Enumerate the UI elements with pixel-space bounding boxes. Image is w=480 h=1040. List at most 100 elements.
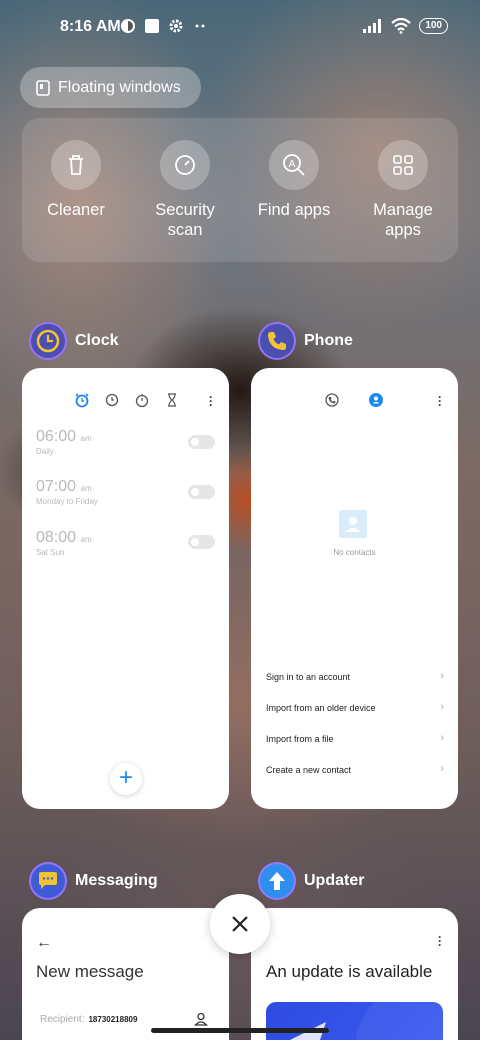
cleaner-button[interactable]: Cleaner <box>22 140 130 220</box>
status-time: 8:16 AM <box>60 18 121 35</box>
messaging-app-header[interactable]: Messaging <box>29 862 158 900</box>
option-label: Sign in to an account <box>266 672 351 682</box>
chevron-right-icon: › <box>440 701 444 713</box>
no-contacts-text: No contacts <box>333 548 376 557</box>
back-arrow-icon[interactable]: ← <box>36 934 52 952</box>
add-contact-icon[interactable] <box>194 1012 208 1026</box>
find-apps-icon: A <box>283 154 305 176</box>
recents-tab-icon[interactable] <box>324 392 340 408</box>
option-label: Import from an older device <box>266 703 376 713</box>
world-clock-tab-icon[interactable] <box>104 392 120 408</box>
timer-tab-icon[interactable] <box>164 392 180 408</box>
clock-app-icon <box>29 322 67 360</box>
phone-app-header[interactable]: Phone <box>258 322 353 360</box>
status-bar: 8:16 AM 100 <box>0 0 480 56</box>
alarm-time: 06:00 <box>36 428 77 445</box>
svg-text:A: A <box>289 159 296 170</box>
manage-apps-icon-circle <box>378 140 428 190</box>
phone-app-icon <box>258 322 296 360</box>
clock-tabs <box>74 392 180 408</box>
find-apps-button[interactable]: A Find apps <box>240 140 348 220</box>
messaging-app-name: Messaging <box>75 872 158 889</box>
alarm-ampm: am <box>80 434 92 443</box>
floating-windows-label: Floating windows <box>58 78 181 96</box>
alarm-days: Monday to Friday <box>36 497 98 506</box>
clock-app-preview-card[interactable]: · · · 06:00 am Daily 07:00 am Monday to Fr… <box>22 368 229 809</box>
messaging-app-preview-card[interactable]: ← New message Recipient: 18730218809 <box>22 908 229 1040</box>
phone-app-name: Phone <box>304 332 353 349</box>
security-scan-label: Security scan <box>155 201 215 239</box>
updater-app-icon <box>258 862 296 900</box>
recipient-value: 18730218809 <box>88 1015 138 1024</box>
no-contacts-icon <box>339 510 367 538</box>
floating-window-icon <box>36 79 50 96</box>
alarm-toggle[interactable] <box>188 485 215 499</box>
home-gesture-bar[interactable] <box>151 1028 329 1033</box>
stopwatch-tab-icon[interactable] <box>134 392 150 408</box>
message-bubble-icon <box>39 872 57 889</box>
manage-apps-button[interactable]: Manage apps <box>349 140 457 240</box>
phone-tabs <box>324 392 384 408</box>
signal-icon <box>363 19 382 33</box>
sign-in-option[interactable]: Sign in to an account › <box>266 670 444 682</box>
close-icon <box>232 916 248 932</box>
find-apps-icon-circle: A <box>269 140 319 190</box>
grid-icon <box>393 155 413 175</box>
alarm-days: Sat Sun <box>36 548 65 557</box>
create-contact-option[interactable]: Create a new contact › <box>266 763 444 775</box>
recipient-label: Recipient: <box>40 1014 85 1025</box>
alarm-item[interactable]: 07:00 am Monday to Friday <box>36 478 98 506</box>
notification-app-icon <box>121 19 135 33</box>
messaging-app-icon <box>29 862 67 900</box>
import-file-option[interactable]: Import from a file › <box>266 732 444 744</box>
add-alarm-button[interactable]: + <box>110 763 142 795</box>
floating-windows-button[interactable]: Floating windows <box>20 67 201 108</box>
notification-square-icon <box>145 19 159 33</box>
new-message-title: New message <box>36 962 144 981</box>
close-all-button[interactable] <box>210 894 270 954</box>
updater-app-name: Updater <box>304 872 365 889</box>
clock-more-options-icon[interactable]: · · · <box>209 391 213 411</box>
find-apps-label: Find apps <box>257 201 331 219</box>
wifi-icon <box>391 18 412 34</box>
phone-app-preview-card[interactable]: · · · No contacts Sign in to an account › I… <box>251 368 458 809</box>
chevron-right-icon: › <box>440 670 444 682</box>
security-scan-button[interactable]: Security scan <box>131 140 239 240</box>
alarm-toggle[interactable] <box>188 435 215 449</box>
alarm-ampm: am <box>80 484 92 493</box>
chevron-right-icon: › <box>440 763 444 775</box>
settings-gear-icon <box>169 19 183 33</box>
update-banner-image <box>266 1002 443 1040</box>
chevron-right-icon: › <box>440 732 444 744</box>
trash-icon <box>69 155 83 175</box>
update-arrow-icon <box>269 872 285 890</box>
contacts-tab-icon[interactable] <box>368 392 384 408</box>
phone-more-options-icon[interactable]: · · · <box>438 391 442 411</box>
security-scan-icon-circle <box>160 140 210 190</box>
cleaner-icon-circle <box>51 140 101 190</box>
status-system-icons: 100 <box>363 18 448 34</box>
alarm-item[interactable]: 06:00 am Daily <box>36 428 92 456</box>
alarm-item[interactable]: 08:00 am Sat Sun <box>36 529 92 557</box>
alarm-ampm: am <box>80 535 92 544</box>
updater-app-preview-card[interactable]: · · · An update is available <box>251 908 458 1040</box>
clock-app-name: Clock <box>75 332 119 349</box>
import-older-device-option[interactable]: Import from an older device › <box>266 701 444 713</box>
status-notification-icons <box>120 18 208 34</box>
clock-app-header[interactable]: Clock <box>29 322 119 360</box>
battery-indicator: 100 <box>419 18 448 34</box>
more-notifications-icon <box>195 24 205 28</box>
clock-icon <box>36 329 60 353</box>
alarm-tab-icon[interactable] <box>74 392 90 408</box>
alarm-toggle[interactable] <box>188 535 215 549</box>
alarm-time: 08:00 <box>36 529 77 546</box>
recipient-field[interactable]: Recipient: 18730218809 <box>40 1014 137 1025</box>
updater-more-options-icon[interactable]: · · · <box>438 931 442 951</box>
updater-app-header[interactable]: Updater <box>258 862 364 900</box>
update-available-title: An update is available <box>266 962 433 981</box>
option-label: Create a new contact <box>266 765 352 775</box>
option-label: Import from a file <box>266 734 334 744</box>
manage-apps-label: Manage apps <box>373 201 433 239</box>
quick-actions-panel: Cleaner Security scan A Find apps Manage… <box>22 118 458 262</box>
phone-handset-icon <box>268 332 286 350</box>
